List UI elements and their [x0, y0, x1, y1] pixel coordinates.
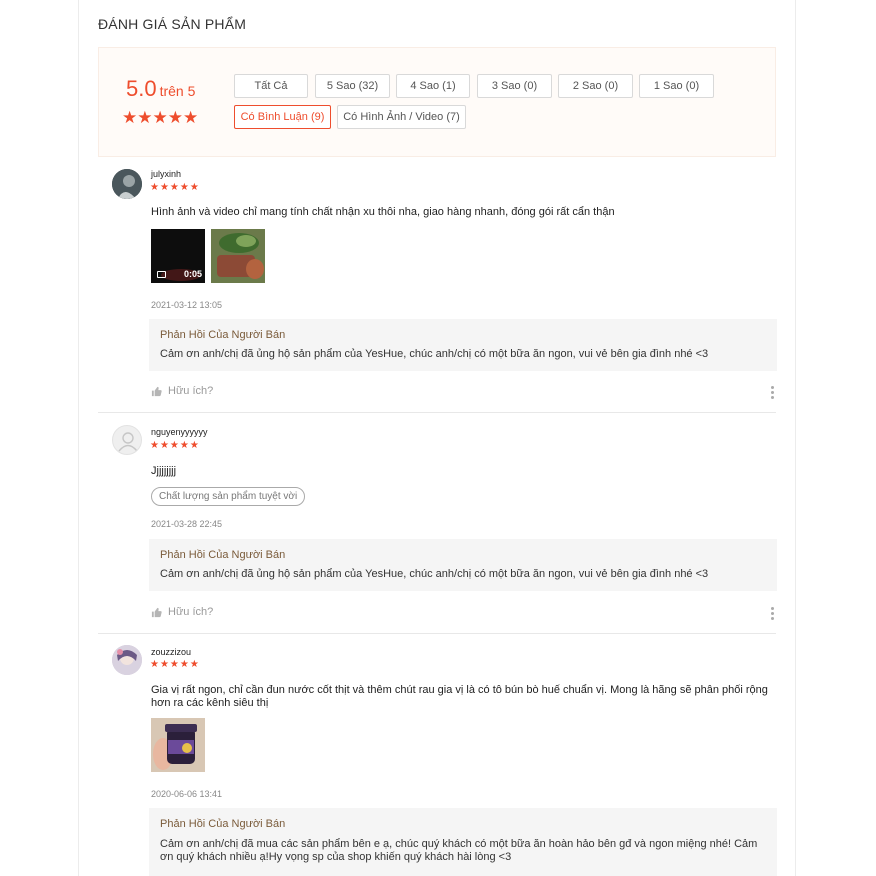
- review-tag: Chất lượng sản phẩm tuyệt vời: [151, 487, 306, 506]
- review-date: 2021-03-12 13:05: [151, 300, 223, 310]
- review-date: 2020-06-06 13:41: [151, 789, 223, 799]
- filter-5-star[interactable]: 5 Sao (32): [315, 74, 390, 98]
- avatar[interactable]: [112, 169, 142, 199]
- review-photo-thumbnail[interactable]: [211, 229, 265, 283]
- user-silhouette-icon[interactable]: [112, 425, 142, 455]
- reply-text: Cảm ơn anh/chị đã mua các sản phẩm bên e…: [160, 838, 758, 863]
- filter-3-star[interactable]: 3 Sao (0): [477, 74, 552, 98]
- thumbs-up-icon: [151, 607, 162, 617]
- filter-with-media[interactable]: Có Hình Ảnh / Video (7): [337, 105, 466, 129]
- seller-reply: Phản Hồi Của Người Bán Cảm ơn anh/chị đã…: [149, 319, 777, 371]
- video-duration: 0:05: [183, 269, 202, 279]
- rating-overview: 5.0 trên 5 ★★★★★ Tất Cả 5 Sao (32) 4 Sao …: [98, 47, 776, 157]
- reply-title: Phản Hồi Của Người Bán: [160, 549, 286, 561]
- review-comment: Hình ảnh và video chỉ mang tính chất nhậ…: [151, 206, 615, 218]
- rating-stars: ★★★★★: [150, 440, 200, 451]
- review-item: zouzzizou ★★★★★ Gia vị rất ngon, chỉ cần…: [98, 634, 777, 876]
- thumbs-up-icon: [151, 386, 162, 396]
- seller-reply: Phản Hồi Của Người Bán Cảm ơn anh/chị đã…: [149, 808, 777, 876]
- product-ratings-card: ĐÁNH GIÁ SẢN PHẨM 5.0 trên 5 ★★★★★ Tất Cả…: [78, 0, 796, 876]
- more-vertical-icon[interactable]: [771, 386, 775, 401]
- filter-1-star[interactable]: 1 Sao (0): [639, 74, 714, 98]
- review-item: nguyenyyyyyy ★★★★★ Jjjjjjjjj Chất lượng …: [98, 413, 777, 634]
- score-suffix: trên 5: [159, 83, 196, 99]
- video-camera-icon: [157, 271, 166, 278]
- avatar[interactable]: [112, 645, 142, 675]
- helpful-label: Hữu ích?: [168, 606, 214, 618]
- helpful-button[interactable]: Hữu ích?: [151, 385, 213, 397]
- reply-text: Cảm ơn anh/chị đã ủng hộ sản phẩm của Ye…: [160, 568, 709, 580]
- review-date: 2021-03-28 22:45: [151, 519, 223, 529]
- review-video-thumbnail[interactable]: 0:05: [151, 229, 205, 283]
- review-photo-thumbnail[interactable]: [151, 718, 205, 772]
- rating-stars: ★★★★★: [150, 182, 200, 193]
- rating-score: 5.0 trên 5: [126, 76, 195, 102]
- reply-text: Cảm ơn anh/chị đã ủng hộ sản phẩm của Ye…: [160, 348, 709, 360]
- more-vertical-icon[interactable]: [771, 607, 775, 622]
- filter-with-comment[interactable]: Có Bình Luận (9): [234, 105, 331, 129]
- review-item: julyxinh ★★★★★ Hình ảnh và video chỉ man…: [98, 157, 777, 413]
- filter-all[interactable]: Tất Cả: [234, 74, 308, 98]
- seller-reply: Phản Hồi Của Người Bán Cảm ơn anh/chị đã…: [149, 539, 777, 591]
- review-comment: Gia vị rất ngon, chỉ cần đun nước cốt th…: [151, 684, 768, 709]
- username[interactable]: julyxinh: [151, 169, 181, 179]
- filter-2-star[interactable]: 2 Sao (0): [558, 74, 633, 98]
- filter-4-star[interactable]: 4 Sao (1): [396, 74, 470, 98]
- reply-title: Phản Hồi Của Người Bán: [160, 818, 286, 830]
- helpful-button[interactable]: Hữu ích?: [151, 606, 213, 618]
- username[interactable]: nguyenyyyyyy: [151, 427, 208, 437]
- score-value: 5.0: [126, 76, 157, 101]
- section-title: ĐÁNH GIÁ SẢN PHẨM: [98, 16, 247, 32]
- review-comment: Jjjjjjjjj: [151, 465, 177, 477]
- rating-stars: ★★★★★: [150, 659, 200, 670]
- reply-title: Phản Hồi Của Người Bán: [160, 329, 286, 341]
- helpful-label: Hữu ích?: [168, 385, 214, 397]
- username[interactable]: zouzzizou: [151, 647, 191, 657]
- overview-stars: ★★★★★: [122, 108, 199, 127]
